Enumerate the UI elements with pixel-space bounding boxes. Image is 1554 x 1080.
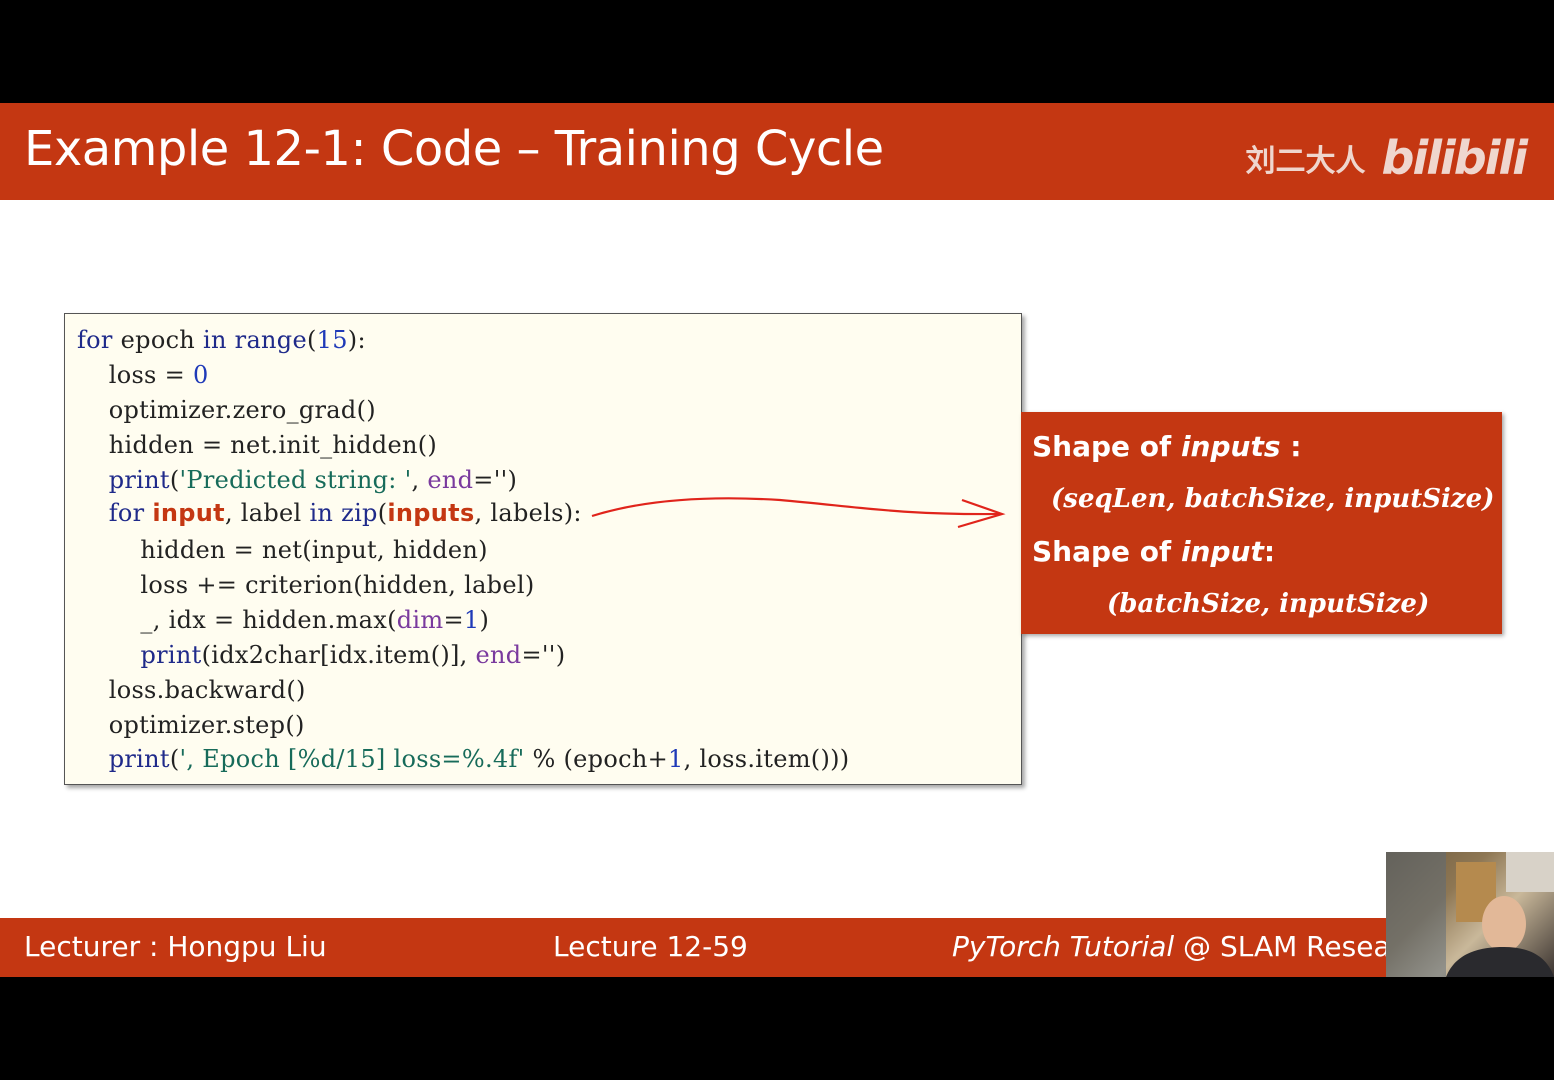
input-shape-formula: (batchSize, inputSize) bbox=[1107, 589, 1430, 619]
code-line-12: optimizer.step() bbox=[77, 711, 305, 739]
code-line-10: print(idx2char[idx.item()], end='') bbox=[140, 641, 566, 669]
code-line-13: print(', Epoch [%d/15] loss=%.4f' % (epo… bbox=[108, 745, 850, 773]
watermark: 刘二大人 bilibili bbox=[1245, 131, 1528, 185]
shape-of-input-heading: Shape of input: bbox=[1032, 535, 1276, 568]
code-line-6: for input, label in zip(inputs, labels): bbox=[108, 499, 582, 527]
lecturer-webcam-video bbox=[1386, 852, 1554, 977]
code-line-9: _, idx = hidden.max(dim=1) bbox=[77, 606, 490, 634]
bilibili-logo: bilibili bbox=[1381, 131, 1528, 185]
footer-bar: Lecturer : Hongpu Liu Lecture 12-59 PyTo… bbox=[0, 918, 1554, 977]
highlight-input: input bbox=[152, 499, 225, 527]
tutorial-credit: PyTorch Tutorial @ SLAM Resea bbox=[952, 930, 1391, 963]
lecture-number: Lecture 12-59 bbox=[553, 930, 748, 963]
watermark-author: 刘二大人 bbox=[1245, 144, 1366, 179]
code-line-4: hidden = net.init_hidden() bbox=[77, 431, 438, 459]
lecturer-label: Lecturer : Hongpu Liu bbox=[24, 930, 327, 963]
code-line-1: for epoch in range(15): bbox=[77, 326, 366, 354]
slide: Example 12-1: Code – Training Cycle 刘二大人… bbox=[0, 103, 1554, 977]
lecturer-portrait bbox=[1386, 852, 1554, 977]
slide-title: Example 12-1: Code – Training Cycle bbox=[24, 121, 884, 177]
code-line-11: loss.backward() bbox=[77, 676, 306, 704]
inputs-shape-formula: (seqLen, batchSize, inputSize) bbox=[1051, 484, 1495, 514]
code-line-8: loss += criterion(hidden, label) bbox=[77, 571, 535, 599]
code-line-2: loss = 0 bbox=[77, 361, 209, 389]
code-block: for epoch in range(15): loss = 0 optimiz… bbox=[64, 313, 1022, 785]
shape-of-inputs-heading: Shape of inputs : bbox=[1032, 430, 1302, 463]
shape-annotation-box: Shape of inputs : (seqLen, batchSize, in… bbox=[1021, 412, 1502, 634]
code-line-7: hidden = net(input, hidden) bbox=[77, 536, 488, 564]
highlight-inputs: inputs bbox=[387, 499, 475, 527]
code-line-5: print('Predicted string: ', end='') bbox=[108, 466, 518, 494]
title-bar: Example 12-1: Code – Training Cycle 刘二大人… bbox=[0, 103, 1554, 200]
code-line-3: optimizer.zero_grad() bbox=[77, 396, 376, 424]
